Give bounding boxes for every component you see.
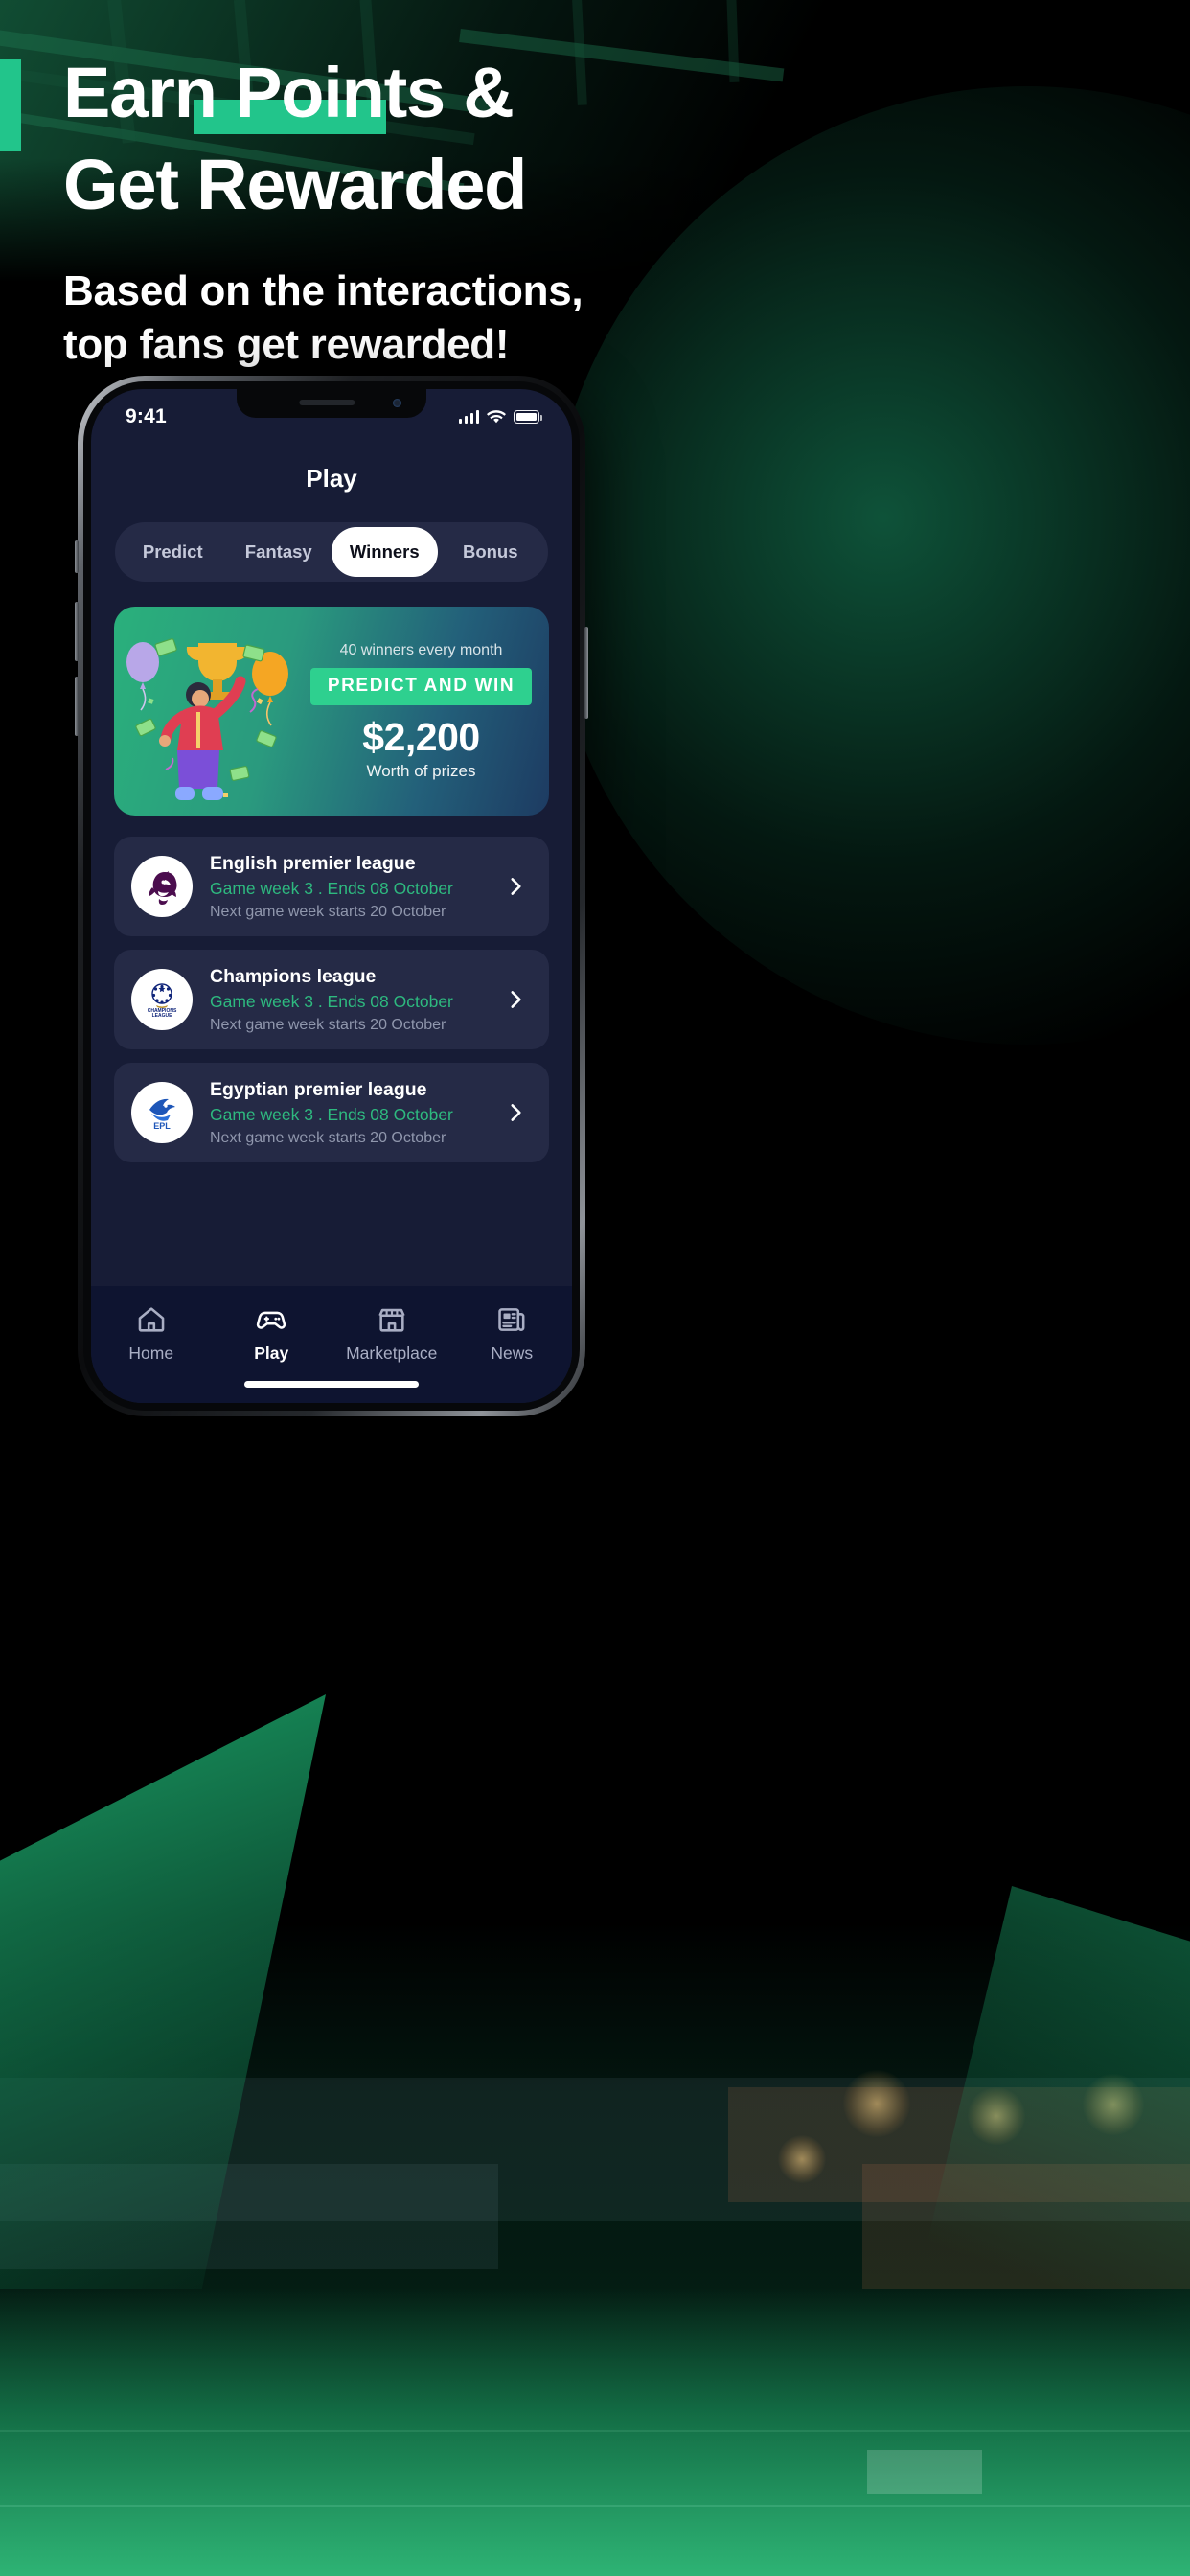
chevron-right-icon[interactable] — [503, 1100, 528, 1125]
gamepad-icon — [257, 1311, 286, 1329]
cellular-signal-icon — [458, 410, 479, 424]
power-button[interactable] — [584, 627, 588, 719]
nav-label-play: Play — [254, 1344, 289, 1363]
promo-prize-amount: $2,200 — [362, 714, 480, 759]
tab-bonus[interactable]: Bonus — [438, 527, 544, 577]
home-icon — [138, 1307, 165, 1332]
nav-item-home[interactable]: Home — [91, 1303, 212, 1364]
silent-switch[interactable] — [75, 540, 79, 573]
hero-subtitle: Based on the interactions, top fans get … — [63, 264, 1069, 373]
egyptian-premier-league-logo: EPL — [131, 1082, 193, 1143]
promo-prize-caption: Worth of prizes — [366, 761, 476, 780]
phone-mockup: 9:41 Play Predict Fantasy Winners Bonus … — [75, 376, 588, 1416]
app-store-promo-screenshot: Earn Points & Get Rewarded Based on the … — [0, 0, 1190, 2576]
hero-subtitle-line-2: top fans get rewarded! — [63, 321, 510, 369]
nav-item-marketplace[interactable]: Marketplace — [332, 1303, 452, 1364]
football-pitch — [0, 2288, 1190, 2576]
league-next-gameweek: Next game week starts 20 October — [210, 1017, 446, 1034]
hero-subtitle-line-1: Based on the interactions, — [63, 267, 584, 314]
league-gameweek: Game week 3 . Ends 08 October — [210, 879, 453, 899]
home-indicator[interactable] — [244, 1381, 419, 1388]
volume-down-button[interactable] — [75, 677, 79, 736]
hero-text-block: Earn Points & Get Rewarded Based on the … — [63, 58, 1069, 373]
nav-label-home: Home — [128, 1344, 174, 1363]
league-name: English premier league — [210, 852, 416, 874]
front-camera — [393, 399, 401, 407]
promo-text: 40 winners every month PREDICT AND WIN $… — [310, 642, 549, 781]
champions-league-star-ball-logo: CHAMPIONS LEAGUE — [131, 969, 193, 1030]
league-name: Egyptian premier league — [210, 1078, 427, 1100]
nav-item-play[interactable]: Play — [212, 1303, 332, 1364]
page-title: Earn Points & Get Rewarded — [63, 58, 1069, 220]
nav-item-news[interactable]: News — [452, 1303, 573, 1364]
league-info: Egyptian premier league Game week 3 . En… — [210, 1078, 503, 1148]
league-next-gameweek: Next game week starts 20 October — [210, 904, 446, 921]
chevron-right-icon[interactable] — [503, 987, 528, 1012]
league-row-champions-league[interactable]: CHAMPIONS LEAGUE Champions league Game w… — [114, 950, 549, 1049]
battery-full-icon — [514, 410, 542, 424]
tab-predict[interactable]: Predict — [120, 527, 226, 577]
status-indicators — [458, 409, 542, 425]
promo-badge: PREDICT AND WIN — [310, 667, 532, 705]
svg-text:EPL: EPL — [153, 1121, 171, 1131]
wifi-icon — [487, 409, 506, 423]
tab-fantasy[interactable]: Fantasy — [226, 527, 332, 577]
storefront-icon — [378, 1308, 405, 1332]
earpiece-speaker — [299, 400, 355, 405]
premier-league-lion-logo — [131, 856, 193, 917]
league-row-egyptian-premier-league[interactable]: EPL Egyptian premier league Game week 3 … — [114, 1063, 549, 1162]
phone-notch — [237, 389, 426, 418]
headline-line-1: Earn Points & — [63, 58, 1069, 134]
chevron-right-icon[interactable] — [503, 874, 528, 899]
headline-line-1-marked: Points & — [235, 53, 515, 132]
league-name: Champions league — [210, 965, 377, 987]
league-list: English premier league Game week 3 . End… — [114, 837, 549, 1162]
status-time: 9:41 — [126, 405, 167, 427]
svg-text:LEAGUE: LEAGUE — [152, 1013, 173, 1019]
promo-subtitle: 40 winners every month — [339, 641, 503, 658]
bottom-navigation-bar: Home Play Marketplace News — [91, 1286, 572, 1403]
play-tabs-segmented-control: Predict Fantasy Winners Bonus — [115, 522, 548, 582]
stadium-crowd-background — [0, 1694, 1190, 2576]
left-accent-bar — [0, 59, 21, 151]
league-row-english-premier-league[interactable]: English premier league Game week 3 . End… — [114, 837, 549, 936]
league-info: English premier league Game week 3 . End… — [210, 852, 503, 922]
celebration-illustration — [114, 607, 310, 816]
volume-up-button[interactable] — [75, 602, 79, 661]
headline-line-2: Get Rewarded — [63, 145, 527, 224]
league-gameweek: Game week 3 . Ends 08 October — [210, 1105, 453, 1125]
screen-title: Play — [306, 464, 357, 493]
tab-winners[interactable]: Winners — [332, 527, 438, 577]
nav-label-news: News — [491, 1344, 534, 1363]
league-next-gameweek: Next game week starts 20 October — [210, 1130, 446, 1147]
trophy-winner-illustration — [126, 638, 288, 800]
newspaper-icon — [498, 1308, 525, 1331]
nav-label-marketplace: Marketplace — [346, 1344, 438, 1363]
league-gameweek: Game week 3 . Ends 08 October — [210, 992, 453, 1012]
phone-screen: 9:41 Play Predict Fantasy Winners Bonus … — [91, 389, 572, 1403]
headline-line-1-pre: Earn — [63, 53, 236, 132]
league-info: Champions league Game week 3 . Ends 08 O… — [210, 965, 503, 1035]
predict-and-win-promo-card[interactable]: 40 winners every month PREDICT AND WIN $… — [114, 607, 549, 816]
